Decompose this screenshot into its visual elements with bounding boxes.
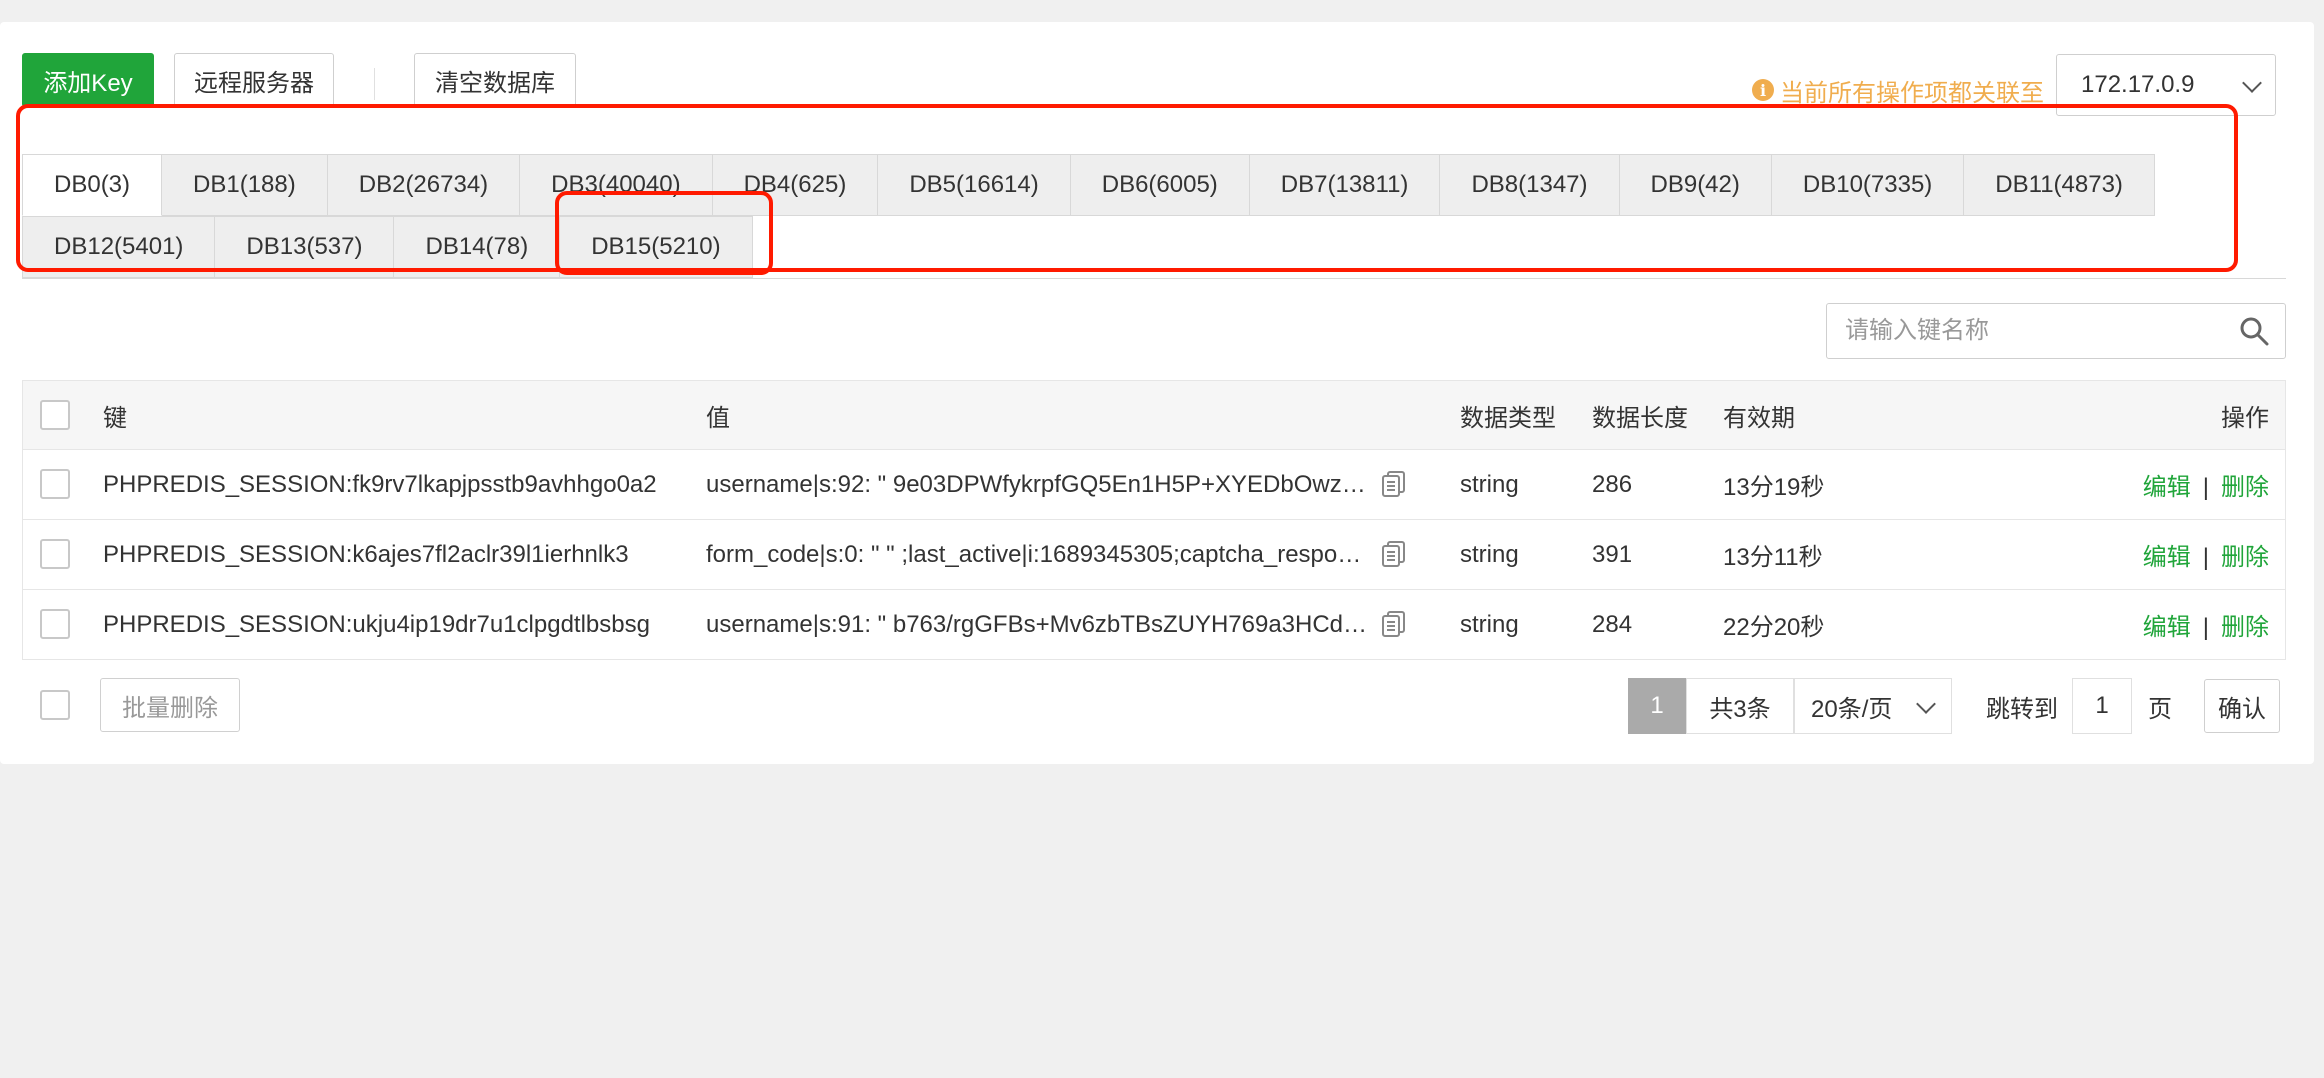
delete-link[interactable]: 删除 (2221, 474, 2269, 501)
row-operations: 编辑 | 删除 (2143, 607, 2269, 642)
row-key: PHPREDIS_SESSION:ukju4ip19dr7u1clpgdtlbs… (103, 610, 650, 638)
row-checkbox[interactable] (40, 539, 70, 569)
edit-link[interactable]: 编辑 (2143, 614, 2191, 641)
db-tab-db2[interactable]: DB2(26734) (327, 154, 521, 216)
total-count: 共3条 (1686, 678, 1794, 734)
clear-database-button[interactable]: 清空数据库 (414, 53, 576, 107)
chevron-down-icon (2242, 73, 2262, 93)
copy-icon[interactable] (1381, 610, 1407, 638)
db-tab-db1[interactable]: DB1(188) (162, 154, 328, 216)
add-key-button[interactable]: 添加Key (22, 53, 154, 107)
keys-table: 键 值 数据类型 数据长度 有效期 操作 PHPREDIS_SESSION:fk… (22, 380, 2286, 660)
delete-link[interactable]: 删除 (2221, 614, 2269, 641)
row-checkbox[interactable] (40, 609, 70, 639)
db-tab-db12[interactable]: DB12(5401) (22, 216, 216, 278)
server-select-value: 172.17.0.9 (2081, 71, 2195, 98)
current-page-button[interactable]: 1 (1628, 678, 1686, 734)
table-row: PHPREDIS_SESSION:k6ajes7fl2aclr39l1ierhn… (23, 519, 2285, 589)
db-tab-db7[interactable]: DB7(13811) (1249, 154, 1441, 216)
db-tab-db9[interactable]: DB9(42) (1619, 154, 1772, 216)
row-length: 286 (1592, 470, 1633, 498)
database-tabs: DB0(3) DB1(188) DB2(26734) DB3(40040) DB4(62… (22, 154, 2286, 278)
delete-link[interactable]: 删除 (2221, 544, 2269, 571)
row-key: PHPREDIS_SESSION:k6ajes7fl2aclr39l1ierhn… (103, 540, 629, 568)
page-unit-label: 页 (2148, 695, 2172, 723)
main-panel: 添加Key 远程服务器 清空数据库 i 当前所有操作项都关联至 172.17.0… (0, 22, 2314, 764)
op-separator: | (2202, 474, 2209, 501)
row-length: 284 (1592, 610, 1633, 638)
row-ttl: 13分19秒 (1723, 474, 1825, 501)
row-value: username|s:92: " 9e03DPWfykrpfGQ5En1H5P+… (706, 470, 1366, 498)
chevron-down-icon (1916, 694, 1936, 714)
key-search (1826, 303, 2286, 359)
page-size-value: 20条/页 (1811, 695, 1893, 723)
header-key: 键 (103, 404, 127, 432)
header-ttl: 有效期 (1723, 404, 1795, 432)
db-tab-db3[interactable]: DB3(40040) (520, 154, 713, 216)
row-checkbox[interactable] (40, 469, 70, 499)
edit-link[interactable]: 编辑 (2143, 544, 2191, 571)
table-header: 键 值 数据类型 数据长度 有效期 操作 (23, 381, 2285, 449)
tab-row-1: DB0(3) DB1(188) DB2(26734) DB3(40040) DB4(62… (22, 154, 2286, 216)
toolbar-divider (374, 68, 375, 100)
db-tab-db0[interactable]: DB0(3) (22, 154, 163, 216)
table-row: PHPREDIS_SESSION:fk9rv7lkapjpsstb9avhhgo… (23, 449, 2285, 519)
server-notice-text: 当前所有操作项都关联至 (1780, 79, 2044, 107)
edit-link[interactable]: 编辑 (2143, 474, 2191, 501)
op-separator: | (2202, 544, 2209, 571)
server-select[interactable]: 172.17.0.9 (2056, 54, 2276, 116)
table-row: PHPREDIS_SESSION:ukju4ip19dr7u1clpgdtlbs… (23, 589, 2285, 659)
row-key: PHPREDIS_SESSION:fk9rv7lkapjpsstb9avhhgo… (103, 470, 657, 498)
db-tab-db11[interactable]: DB11(4873) (1964, 154, 2155, 216)
row-value: username|s:91: " b763/rgGFBs+Mv6zbTBsZUY… (706, 610, 1368, 638)
server-notice: i 当前所有操作项都关联至 (1752, 70, 2044, 110)
row-type: string (1460, 470, 1519, 498)
pagination: 1 共3条 20条/页 跳转到 页 确认 (1628, 678, 2280, 734)
jump-to-label: 跳转到 (1986, 695, 2058, 723)
db-tab-db10[interactable]: DB10(7335) (1771, 154, 1965, 216)
batch-delete-button[interactable]: 批量删除 (100, 678, 240, 732)
jump-page-input[interactable] (2072, 678, 2132, 734)
row-value: form_code|s:0: " " ;last_active|i:168934… (706, 540, 1362, 568)
select-all-checkbox[interactable] (40, 400, 70, 430)
db-tab-db4[interactable]: DB4(625) (712, 154, 879, 216)
remote-server-button[interactable]: 远程服务器 (174, 53, 334, 107)
db-tab-db14[interactable]: DB14(78) (394, 216, 561, 278)
tab-row-2: DB12(5401) DB13(537) DB14(78) DB15(5210) (22, 216, 2286, 278)
row-ttl: 22分20秒 (1723, 614, 1825, 641)
search-icon[interactable] (2239, 316, 2269, 346)
db-tab-db15[interactable]: DB15(5210) (560, 216, 753, 278)
header-value: 值 (706, 404, 730, 432)
row-operations: 编辑 | 删除 (2143, 537, 2269, 572)
row-ttl: 13分11秒 (1723, 544, 1823, 571)
jump-confirm-button[interactable]: 确认 (2204, 679, 2280, 733)
db-tab-db5[interactable]: DB5(16614) (878, 154, 1071, 216)
op-separator: | (2202, 614, 2209, 641)
row-length: 391 (1592, 540, 1633, 568)
header-ops: 操作 (2221, 404, 2269, 432)
row-operations: 编辑 | 删除 (2143, 467, 2269, 502)
tabs-divider (22, 278, 2286, 279)
row-type: string (1460, 610, 1519, 638)
row-type: string (1460, 540, 1519, 568)
copy-icon[interactable] (1381, 540, 1407, 568)
page-size-select[interactable]: 20条/页 (1794, 678, 1952, 734)
db-tab-db13[interactable]: DB13(537) (215, 216, 395, 278)
info-icon: i (1752, 79, 1774, 101)
copy-icon[interactable] (1381, 470, 1407, 498)
footer-select-all-checkbox[interactable] (40, 690, 70, 720)
key-search-input[interactable] (1843, 304, 2227, 358)
db-tab-db8[interactable]: DB8(1347) (1440, 154, 1620, 216)
db-tab-db6[interactable]: DB6(6005) (1070, 154, 1250, 216)
header-type: 数据类型 (1460, 404, 1556, 432)
header-length: 数据长度 (1592, 404, 1688, 432)
